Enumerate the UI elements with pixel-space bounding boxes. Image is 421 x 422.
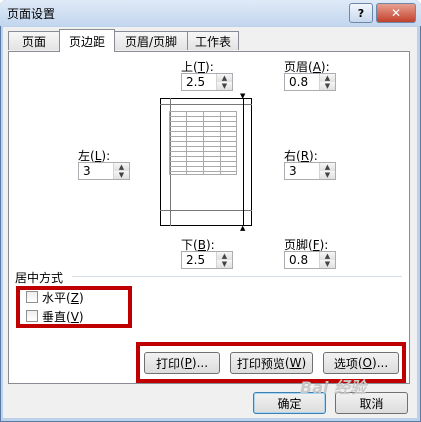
spin-down-icon[interactable]: ▼	[320, 82, 335, 90]
help-button[interactable]: ?	[349, 3, 373, 23]
close-icon: ✕	[390, 6, 402, 20]
tab-label: 页眉/页脚	[124, 34, 178, 49]
close-button[interactable]: ✕	[376, 3, 416, 23]
preview-table-grid	[169, 111, 237, 175]
window-title: 页面设置	[7, 7, 56, 21]
tab-label: 页边距	[68, 34, 105, 49]
left-margin-input[interactable]: 3 ▲ ▼	[78, 162, 130, 180]
tab-margins[interactable]: 页边距	[59, 29, 115, 52]
tab-header-footer[interactable]: 页眉/页脚	[114, 31, 188, 50]
spin-down-icon[interactable]: ▼	[320, 171, 335, 179]
help-icon: ?	[357, 6, 365, 20]
spin-down-icon[interactable]: ▼	[217, 260, 232, 268]
guide-up-arrow-icon: ▲	[240, 224, 246, 232]
spin-down-icon[interactable]: ▼	[217, 82, 232, 90]
tab-label: 页面	[21, 34, 46, 49]
bottom-margin-value: 2.5	[186, 253, 206, 267]
footer-margin-input[interactable]: 0.8 ▲ ▼	[284, 251, 336, 269]
header-margin-value: 0.8	[289, 75, 309, 89]
top-margin-guide	[160, 104, 252, 105]
footer-margin-value: 0.8	[289, 253, 309, 267]
right-margin-value: 3	[289, 164, 297, 178]
tab-sheet[interactable]: 工作表	[187, 31, 239, 50]
highlight-box-centering	[16, 286, 132, 328]
top-margin-input[interactable]: 2.5 ▲ ▼	[181, 73, 233, 91]
centering-group-title: 居中方式	[15, 271, 64, 285]
guide-down-arrow-icon: ▼	[240, 92, 246, 100]
group-separator	[72, 276, 402, 277]
right-margin-guide	[243, 98, 244, 226]
right-margin-input[interactable]: 3 ▲ ▼	[284, 162, 336, 180]
bottom-margin-input[interactable]: 2.5 ▲ ▼	[181, 251, 233, 269]
left-margin-value: 3	[83, 164, 91, 178]
bottom-margin-guide	[160, 210, 252, 211]
title-bar: 页面设置 ? ✕	[0, 0, 421, 26]
tab-label: 工作表	[194, 34, 231, 49]
top-margin-value: 2.5	[186, 75, 206, 89]
tab-page[interactable]: 页面	[8, 31, 60, 50]
spin-down-icon[interactable]: ▼	[114, 171, 129, 179]
header-margin-input[interactable]: 0.8 ▲ ▼	[284, 73, 336, 91]
watermark: Bai 经验	[300, 378, 367, 397]
spin-down-icon[interactable]: ▼	[320, 260, 335, 268]
